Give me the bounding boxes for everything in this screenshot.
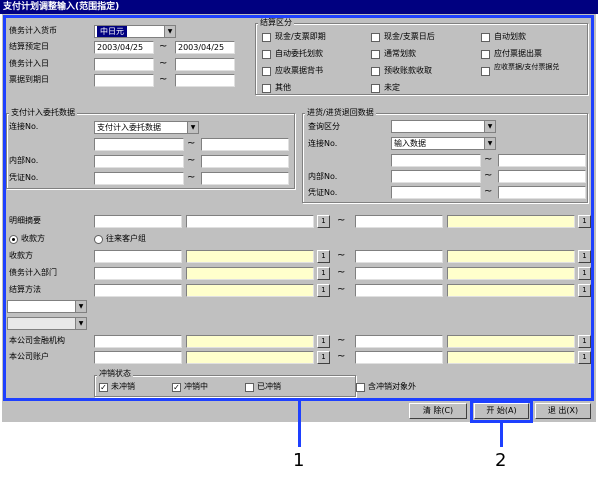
callout-number-1: 1 bbox=[293, 450, 305, 471]
callout-line-2 bbox=[500, 423, 503, 447]
exit-button[interactable]: 退 出(X) bbox=[535, 403, 591, 419]
clear-button[interactable]: 清 除(C) bbox=[409, 403, 467, 419]
callout-box-1 bbox=[3, 15, 594, 401]
window-title: 支付计划调整输入(范围指定) bbox=[0, 0, 598, 14]
callout-box-2 bbox=[470, 400, 533, 423]
callout-number-2: 2 bbox=[495, 450, 507, 471]
callout-line-1 bbox=[298, 401, 301, 447]
